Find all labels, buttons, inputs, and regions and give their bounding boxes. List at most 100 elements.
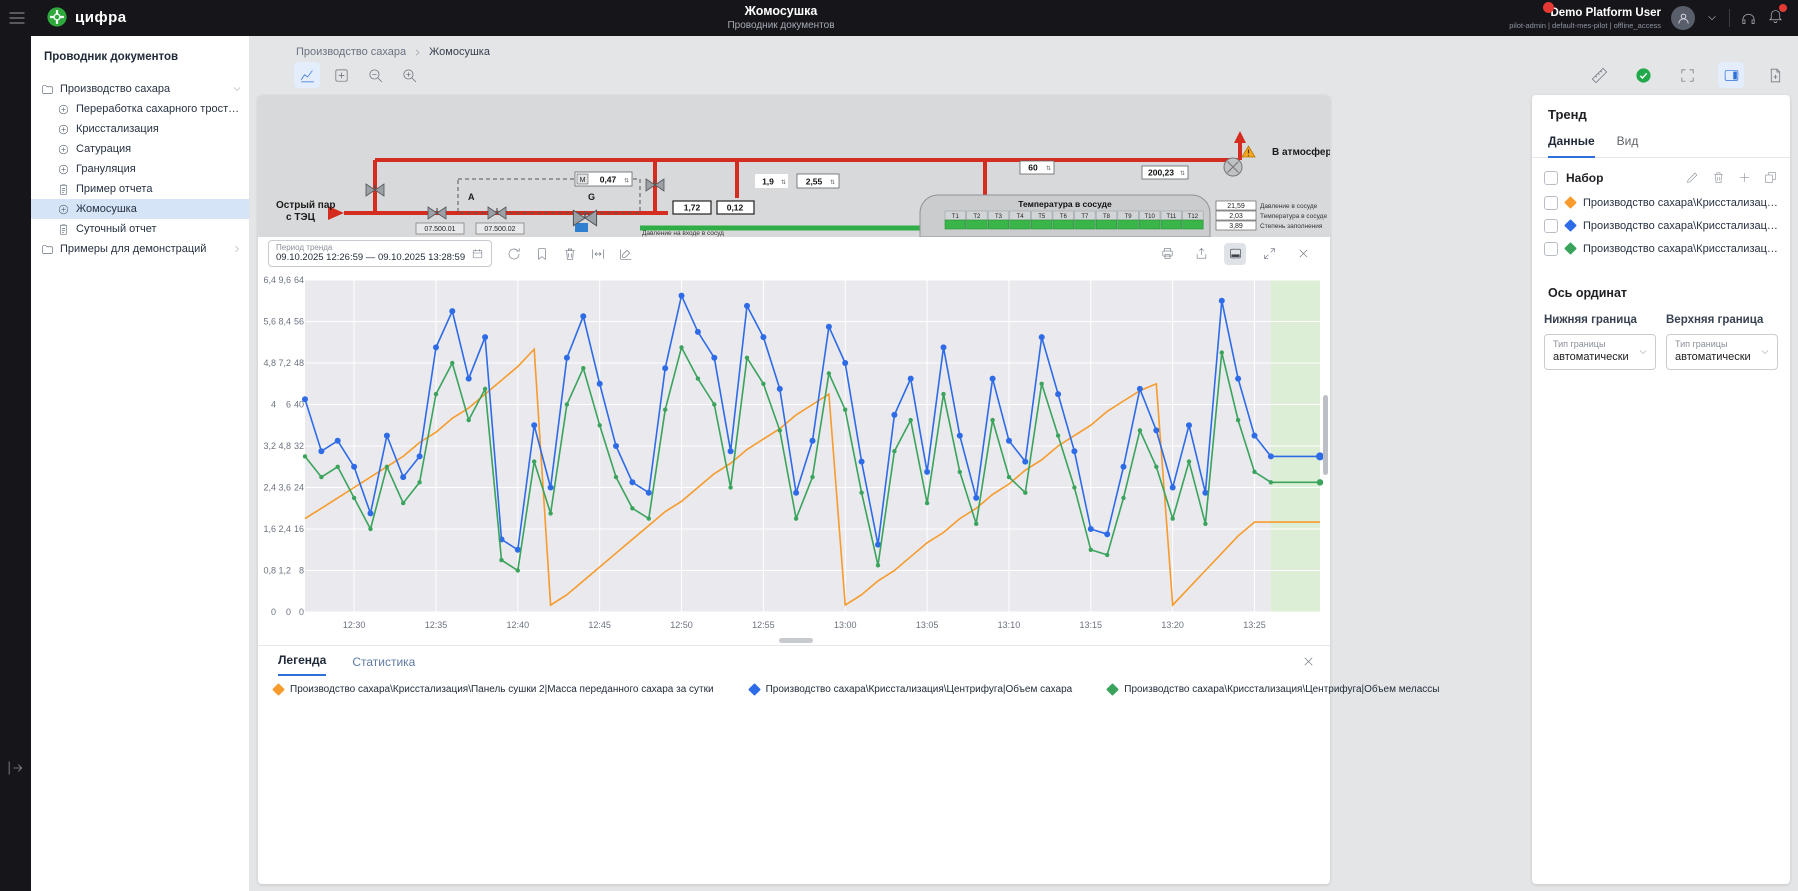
edit-icon[interactable] <box>1685 170 1700 185</box>
value-box[interactable]: 2,55 ⇅ <box>797 174 839 188</box>
series-color-icon <box>1106 683 1119 696</box>
dataset-checkbox[interactable] <box>1544 219 1558 233</box>
zoom-in-button[interactable] <box>396 62 422 88</box>
svg-text:6: 6 <box>286 400 291 410</box>
dataset-checkbox[interactable] <box>1544 196 1558 210</box>
support-headset-icon[interactable] <box>1740 10 1757 27</box>
motor-label: M <box>580 177 586 184</box>
value-box[interactable]: 200,23 ⇅ <box>1142 166 1188 179</box>
check-circle-icon <box>1635 67 1652 84</box>
delete-icon[interactable] <box>1711 170 1726 185</box>
add-widget-button[interactable] <box>328 62 354 88</box>
tab-statistics[interactable]: Статистика <box>352 655 415 676</box>
legend-item: Производство сахара\Крисстализация\Центр… <box>750 684 1073 695</box>
sidebar-item[interactable]: Переработка сахарного тростника <box>31 99 249 119</box>
sidebar-item[interactable]: Грануляция <box>31 159 249 179</box>
delete-icon[interactable] <box>562 246 578 262</box>
level-indicator <box>575 223 588 232</box>
page-actions-toolbar <box>1586 62 1788 88</box>
document-tree: Производство сахара Переработка сахарног… <box>31 79 249 259</box>
value-box[interactable]: 1,9 ⇅ <box>755 174 788 188</box>
svg-text:200,23: 200,23 <box>1148 168 1174 178</box>
spinner-icon[interactable]: ⇅ <box>624 178 629 185</box>
motor-value-box[interactable]: M 0,47 ⇅ <box>575 172 632 186</box>
app-logo[interactable]: цифра <box>46 6 127 28</box>
notifications-button[interactable] <box>1767 7 1784 29</box>
sidebar-item[interactable]: Крисстализация <box>31 119 249 139</box>
fullscreen-button[interactable] <box>1674 62 1700 88</box>
valve-tag: 07.500.01 <box>416 223 464 234</box>
sidebar-item[interactable]: Сатурация <box>31 139 249 159</box>
toggle-right-panel-button[interactable] <box>1718 62 1744 88</box>
print-button[interactable] <box>1156 243 1178 265</box>
upper-bound-select[interactable]: Тип границы автоматически <box>1666 334 1778 370</box>
notification-badge <box>1543 2 1554 13</box>
svg-text:Т8: Т8 <box>1103 214 1111 220</box>
tab-data[interactable]: Данные <box>1548 134 1595 158</box>
measure-button[interactable] <box>1586 62 1612 88</box>
close-trend-button[interactable] <box>1292 243 1314 265</box>
tab-view[interactable]: Вид <box>1617 134 1639 157</box>
duplicate-icon[interactable] <box>1763 170 1778 185</box>
chart-scrollbar[interactable] <box>1323 395 1328 475</box>
scada-mimic[interactable]: A G Острый пар с ТЭЦ 07.500.01 07.500.02… <box>258 95 1330 237</box>
bookmark-icon[interactable] <box>534 246 550 262</box>
label-g: G <box>588 192 595 202</box>
chevron-right-icon[interactable] <box>231 243 243 255</box>
toggle-legend-panel-button[interactable] <box>1224 243 1246 265</box>
breadcrumb-current: Жомосушка <box>429 46 490 58</box>
set-checkbox[interactable] <box>1544 171 1558 185</box>
calendar-icon[interactable] <box>471 247 484 260</box>
refresh-icon[interactable] <box>506 246 522 262</box>
new-document-button[interactable] <box>1762 62 1788 88</box>
spinner-icon[interactable]: ⇅ <box>1046 165 1051 172</box>
trend-chart[interactable]: 12:30 12:35 12:40 12:45 12:50 12:55 13:0… <box>258 270 1330 635</box>
chevron-down-icon[interactable] <box>231 83 243 95</box>
svg-text:24: 24 <box>294 483 304 493</box>
breadcrumb-parent[interactable]: Производство сахара <box>296 46 406 58</box>
svg-text:3,6: 3,6 <box>278 483 291 493</box>
dataset-row[interactable]: Производство сахара\Крисстализация\Центр… <box>1532 237 1790 260</box>
close-icon[interactable] <box>1301 654 1316 669</box>
chevron-down-icon <box>1759 346 1771 358</box>
export-button[interactable] <box>1190 243 1212 265</box>
panel-resize-handle[interactable] <box>779 638 813 643</box>
validation-status-button[interactable] <box>1630 62 1656 88</box>
sidebar-item[interactable]: Жомосушка <box>31 199 249 219</box>
lower-bound-select[interactable]: Тип границы автоматически <box>1544 334 1656 370</box>
chevron-down-icon[interactable] <box>1705 11 1719 25</box>
user-block[interactable]: Demo Platform User pilot-admin | default… <box>1509 6 1661 30</box>
expand-panel-icon[interactable] <box>5 758 25 778</box>
spinner-icon[interactable]: ⇅ <box>781 179 786 186</box>
dataset-row[interactable]: Производство сахара\Крисстализация\Центр… <box>1532 214 1790 237</box>
trend-period-picker[interactable]: Период тренда 09.10.2025 12:26:59 — 09.1… <box>268 240 492 267</box>
edit-chart-icon[interactable] <box>618 246 634 262</box>
avatar[interactable] <box>1671 6 1695 30</box>
fit-width-icon[interactable] <box>590 246 606 262</box>
tab-legend[interactable]: Легенда <box>278 653 326 676</box>
sidebar-item[interactable]: Производство сахара <box>31 79 249 99</box>
add-icon[interactable] <box>1737 170 1752 185</box>
value-box[interactable]: 1,72 <box>673 201 711 214</box>
sidebar-item-label: Жомосушка <box>76 203 243 215</box>
value-box[interactable]: 0,12 <box>717 201 754 214</box>
svg-text:13:05: 13:05 <box>916 620 939 630</box>
zoom-out-button[interactable] <box>362 62 388 88</box>
svg-text:64: 64 <box>294 275 304 285</box>
sidebar-item[interactable]: Примеры для демонстраций <box>31 239 249 259</box>
sidebar-item[interactable]: Суточный отчет <box>31 219 249 239</box>
menu-icon[interactable] <box>7 8 27 28</box>
dataset-label: Производство сахара\Крисстализация\Центр… <box>1583 243 1778 255</box>
dataset-checkbox[interactable] <box>1544 242 1558 256</box>
svg-text:13:20: 13:20 <box>1161 620 1184 630</box>
spinner-icon[interactable]: ⇅ <box>830 179 835 186</box>
spinner-icon[interactable]: ⇅ <box>1180 170 1185 177</box>
trend-view-button[interactable] <box>294 62 320 88</box>
node-icon <box>57 163 70 176</box>
value-box[interactable]: 60 ⇅ <box>1020 161 1054 174</box>
svg-text:0,12: 0,12 <box>727 203 744 213</box>
dataset-row[interactable]: Производство сахара\Крисстализация\Панел… <box>1532 191 1790 214</box>
maximize-button[interactable] <box>1258 243 1280 265</box>
sidebar-item[interactable]: Пример отчета <box>31 179 249 199</box>
node-icon <box>57 143 70 156</box>
